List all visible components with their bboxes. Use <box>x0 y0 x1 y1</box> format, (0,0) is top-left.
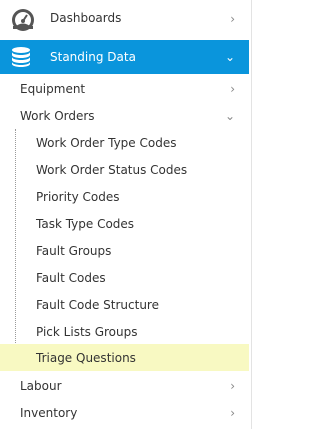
speedometer-icon <box>12 9 34 31</box>
submenu-item-label: Pick Lists Groups <box>36 325 138 339</box>
submenu-item-label: Task Type Codes <box>36 217 135 231</box>
menu-item-labour-label: Labour <box>20 379 62 393</box>
submenu-item-label: Triage Questions <box>36 351 136 365</box>
menu-item-standing-data-label: Standing Data <box>50 50 136 64</box>
menu-item-inventory-label: Inventory <box>20 406 78 420</box>
submenu-item-pick-lists-groups[interactable]: Pick Lists Groups <box>0 318 249 345</box>
submenu-item-work-order-type-codes[interactable]: Work Order Type Codes <box>0 129 249 156</box>
submenu-item-label: Work Order Type Codes <box>36 136 177 150</box>
menu-item-standing-data[interactable]: Standing Data ⌄ <box>0 40 249 74</box>
menu-item-dashboards-label: Dashboards <box>50 11 122 25</box>
menu-item-equipment-label: Equipment <box>20 82 86 96</box>
submenu-item-fault-codes[interactable]: Fault Codes <box>0 264 249 291</box>
database-icon <box>12 47 30 67</box>
chevron-right-icon: › <box>230 82 235 96</box>
menu-item-labour[interactable]: Labour › <box>0 373 249 399</box>
menu-item-dashboards[interactable]: Dashboards › <box>0 0 249 38</box>
submenu-item-fault-groups[interactable]: Fault Groups <box>0 237 249 264</box>
chevron-right-icon: › <box>230 379 235 393</box>
submenu-item-label: Fault Groups <box>36 244 112 258</box>
submenu-item-label: Priority Codes <box>36 190 120 204</box>
chevron-down-icon: ⌄ <box>224 109 235 123</box>
menu-item-work-orders[interactable]: Work Orders ⌄ <box>0 103 249 129</box>
chevron-right-icon: › <box>230 406 235 420</box>
submenu-item-fault-code-structure[interactable]: Fault Code Structure <box>0 291 249 318</box>
sidebar-menu: Dashboards › Standing Data ⌄ Equipment ›… <box>0 0 252 429</box>
work-orders-submenu: Work Order Type Codes Work Order Status … <box>0 129 249 371</box>
chevron-down-icon: ⌄ <box>224 50 235 64</box>
submenu-item-label: Fault Codes <box>36 271 106 285</box>
chevron-right-icon: › <box>230 12 235 26</box>
submenu-item-triage-questions[interactable]: Triage Questions <box>0 344 249 371</box>
submenu-item-task-type-codes[interactable]: Task Type Codes <box>0 210 249 237</box>
submenu-item-work-order-status-codes[interactable]: Work Order Status Codes <box>0 156 249 183</box>
submenu-item-label: Fault Code Structure <box>36 298 159 312</box>
submenu-item-priority-codes[interactable]: Priority Codes <box>0 183 249 210</box>
menu-item-work-orders-label: Work Orders <box>20 109 95 123</box>
menu-item-inventory[interactable]: Inventory › <box>0 400 249 426</box>
submenu-item-label: Work Order Status Codes <box>36 163 188 177</box>
menu-item-equipment[interactable]: Equipment › <box>0 76 249 102</box>
